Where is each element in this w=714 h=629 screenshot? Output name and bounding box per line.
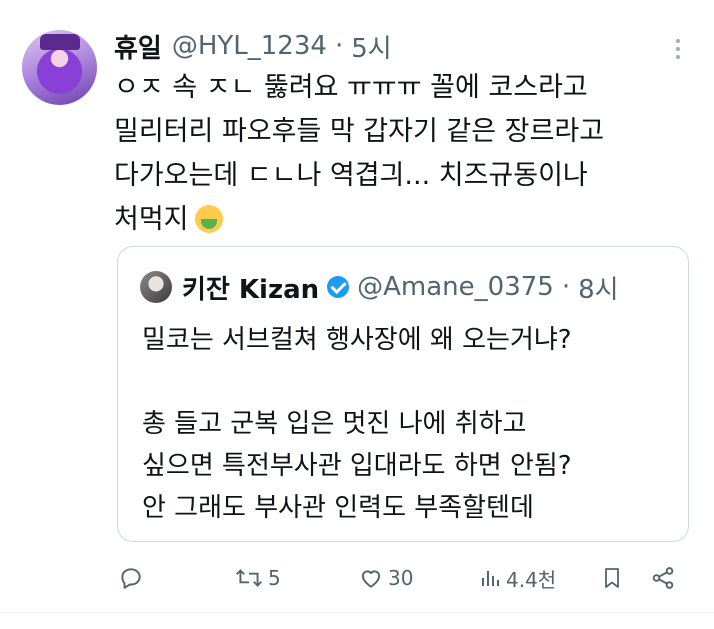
retweet-button[interactable]: 5 (234, 560, 281, 596)
divider (0, 612, 714, 613)
quoted-tweet-header: 키잔 Kizan @Amane_0375 · 8시 (140, 269, 619, 305)
tweet-time[interactable]: 5시 (351, 28, 391, 65)
tweet-header: 휴일 @HYL_1234 · 5시 (114, 26, 392, 66)
views-count: 4.4천 (506, 567, 557, 592)
quoted-line (142, 361, 672, 403)
bookmark-icon (605, 568, 619, 588)
quoted-tweet[interactable]: 키잔 Kizan @Amane_0375 · 8시 밀코는 서브컬쳐 행사장에 … (117, 246, 689, 542)
nauseated-face-icon (194, 205, 223, 233)
tweet-line: 밀리터리 파오후들 막 갑자기 같은 장르라고 (114, 116, 605, 147)
tweet-line: 다가오는데 ㄷㄴ나 역겹긔... 치즈규동이나 (114, 160, 588, 191)
retweet-count: 5 (268, 566, 281, 590)
tweet-line-last: 처먹지 (114, 198, 694, 242)
quoted-tweet-text: 밀코는 서브컬쳐 행사장에 왜 오는거냐? 총 들고 군복 입은 멋진 나에 취… (142, 319, 672, 529)
quoted-line: 총 들고 군복 입은 멋진 나에 취하고 (142, 409, 527, 439)
quoted-line: 싶으면 특전부사관 입대라도 하면 안됨? (142, 451, 572, 481)
tweet-line: ㅇㅈ 속 ㅈㄴ 뚫려요 ㅠㅠㅠ 꼴에 코스라고 (114, 72, 588, 103)
separator-dot: · (334, 31, 344, 61)
tweet-text: ㅇㅈ 속 ㅈㄴ 뚫려요 ㅠㅠㅠ 꼴에 코스라고 밀리터리 파오후들 막 갑자기 … (114, 66, 694, 242)
action-bar: 5 30 4.4천 (0, 560, 714, 596)
quoted-line: 밀코는 서브컬쳐 행사장에 왜 오는거냐? (142, 325, 572, 355)
retweet-icon (235, 569, 263, 587)
views-bar-chart-icon (482, 571, 499, 586)
author-name[interactable]: 휴일 (114, 28, 162, 65)
like-button[interactable]: 30 (358, 560, 413, 596)
bookmark-button[interactable] (600, 560, 624, 596)
share-button[interactable] (650, 560, 676, 596)
share-icon (652, 567, 674, 589)
verified-badge-icon (327, 276, 350, 298)
quoted-tweet-time: 8시 (578, 274, 619, 305)
reply-button[interactable] (118, 560, 148, 596)
like-count: 30 (388, 566, 414, 590)
separator-dot: · (561, 272, 571, 302)
author-handle[interactable]: @HYL_1234 (172, 31, 327, 61)
heart-icon (361, 570, 381, 588)
views-button[interactable]: 4.4천 (478, 560, 556, 596)
quoted-author-name: 키잔 Kizan (182, 274, 320, 305)
author-avatar[interactable] (22, 30, 97, 105)
more-options-icon[interactable] (668, 36, 688, 64)
quoted-author-avatar (140, 271, 172, 303)
tweet-line: 처먹지 (114, 204, 189, 235)
quoted-line: 안 그래도 부사관 인력도 부족할텐데 (142, 493, 534, 523)
quoted-author-handle: @Amane_0375 (357, 272, 554, 302)
tweet-card: 휴일 @HYL_1234 · 5시 ㅇㅈ 속 ㅈㄴ 뚫려요 ㅠㅠㅠ 꼴에 코스라… (0, 0, 714, 629)
reply-icon (121, 568, 141, 589)
